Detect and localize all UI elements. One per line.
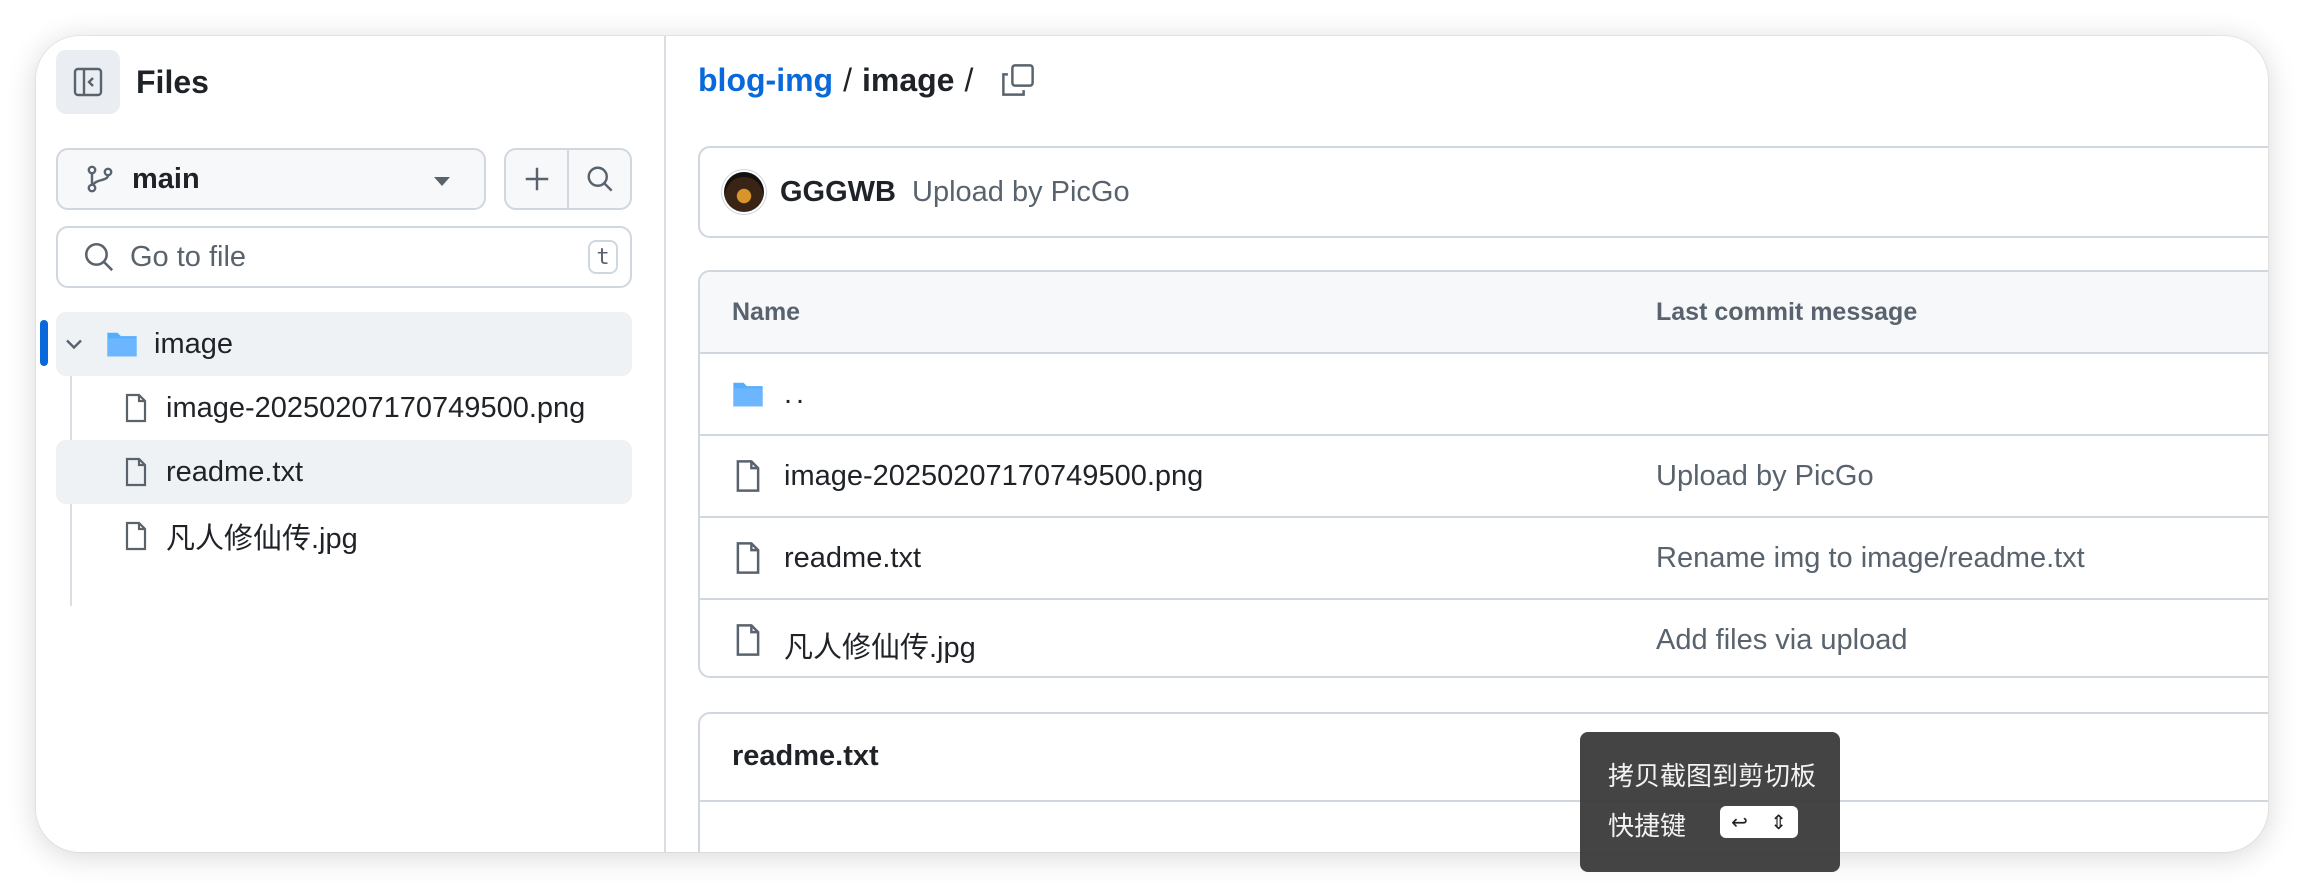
table-header: Name Last commit message xyxy=(700,272,2268,354)
breadcrumb-current-folder: image xyxy=(861,62,955,98)
file-name-link[interactable]: image-20250207170749500.png xyxy=(784,460,1203,493)
latest-commit-bar: GGGWB Upload by PicGo xyxy=(698,146,2268,238)
tree-folder-label: image xyxy=(154,327,233,360)
commit-message-link[interactable]: Rename img to image/readme.txt xyxy=(1656,542,2085,575)
file-tree-sidebar: Files main Go to file t image image-2025… xyxy=(36,36,666,852)
file-icon xyxy=(120,520,152,552)
file-icon xyxy=(730,622,766,658)
parent-directory-link[interactable]: .. xyxy=(784,378,808,411)
tree-file-item[interactable]: 凡人修仙传.jpg xyxy=(56,504,632,568)
search-code-button[interactable] xyxy=(567,150,630,208)
breadcrumb-repo-link[interactable]: blog-img xyxy=(698,62,833,99)
tree-folder-image[interactable]: image xyxy=(56,312,632,376)
column-header-name: Name xyxy=(732,298,801,326)
tooltip-title: 拷贝截图到剪切板 xyxy=(1608,761,1817,791)
commit-message-link[interactable]: Upload by PicGo xyxy=(1656,460,1874,493)
folder-icon xyxy=(730,376,766,412)
main-content: blog-img / image / GGGWB Upload by PicGo… xyxy=(666,36,2268,852)
go-to-file-placeholder: Go to file xyxy=(130,240,247,273)
branch-selector-button[interactable]: main xyxy=(56,148,486,210)
column-header-last-commit: Last commit message xyxy=(1656,298,1918,326)
chevron-down-icon xyxy=(434,177,450,186)
plus-icon xyxy=(525,167,548,191)
copy-screenshot-tooltip: 拷贝截图到剪切板 快捷键 ↩ ⇕ xyxy=(1580,732,1840,872)
sidebar-title: Files xyxy=(136,64,209,100)
folder-icon xyxy=(104,326,140,362)
file-icon xyxy=(120,392,152,424)
commit-message[interactable]: Upload by PicGo xyxy=(912,176,1130,209)
readme-panel: readme.txt xyxy=(698,712,2268,852)
copy-path-button[interactable] xyxy=(1000,62,1036,98)
table-row: image-20250207170749500.png Upload by Pi… xyxy=(700,436,2268,518)
avatar[interactable] xyxy=(724,172,764,212)
file-icon xyxy=(120,456,152,488)
app-window: Files main Go to file t image image-2025… xyxy=(36,36,2268,852)
copy-icon xyxy=(1002,64,1034,96)
shortcut-key-selector[interactable]: ↩ ⇕ xyxy=(1720,806,1798,838)
tree-file-item[interactable]: readme.txt xyxy=(56,440,632,504)
go-to-file-input[interactable]: Go to file t xyxy=(56,226,632,288)
return-key-icon: ↩ xyxy=(1731,810,1748,834)
commit-message-link[interactable]: Add files via upload xyxy=(1656,624,1908,657)
readme-title: readme.txt xyxy=(732,740,879,772)
readme-divider xyxy=(700,800,2268,802)
file-table: Name Last commit message .. image-202502… xyxy=(698,270,2268,678)
sidebar-collapse-icon xyxy=(73,67,103,97)
add-file-button[interactable] xyxy=(506,150,567,208)
file-icon xyxy=(730,458,766,494)
active-item-indicator xyxy=(40,320,48,366)
breadcrumb: blog-img / image / xyxy=(698,62,983,99)
file-name-link[interactable]: readme.txt xyxy=(784,542,921,575)
search-icon xyxy=(82,240,116,274)
chevron-down-icon[interactable] xyxy=(60,330,88,358)
git-branch-icon xyxy=(84,163,116,195)
tree-file-item[interactable]: image-20250207170749500.png xyxy=(56,376,632,440)
file-name-link[interactable]: 凡人修仙传.jpg xyxy=(784,624,976,666)
file-icon xyxy=(730,540,766,576)
search-icon xyxy=(587,166,612,192)
commit-author[interactable]: GGGWB xyxy=(780,176,896,209)
breadcrumb-separator: / xyxy=(843,62,852,98)
breadcrumb-separator: / xyxy=(964,62,974,98)
branch-name: main xyxy=(132,162,200,195)
sidebar-actions xyxy=(504,148,632,210)
table-row: 凡人修仙传.jpg Add files via upload xyxy=(700,600,2268,676)
tooltip-shortcut-label: 快捷键 xyxy=(1608,811,1687,841)
table-row: readme.txt Rename img to image/readme.tx… xyxy=(700,518,2268,600)
tree-file-label: image-20250207170749500.png xyxy=(166,391,586,424)
collapse-sidebar-button[interactable] xyxy=(56,50,120,114)
tree-file-label: 凡人修仙传.jpg xyxy=(166,523,358,555)
keyboard-shortcut-hint: t xyxy=(588,240,618,274)
parent-directory-row[interactable]: .. xyxy=(700,354,2268,436)
tree-file-label: readme.txt xyxy=(166,455,303,488)
updown-arrows-icon: ⇕ xyxy=(1770,810,1787,834)
